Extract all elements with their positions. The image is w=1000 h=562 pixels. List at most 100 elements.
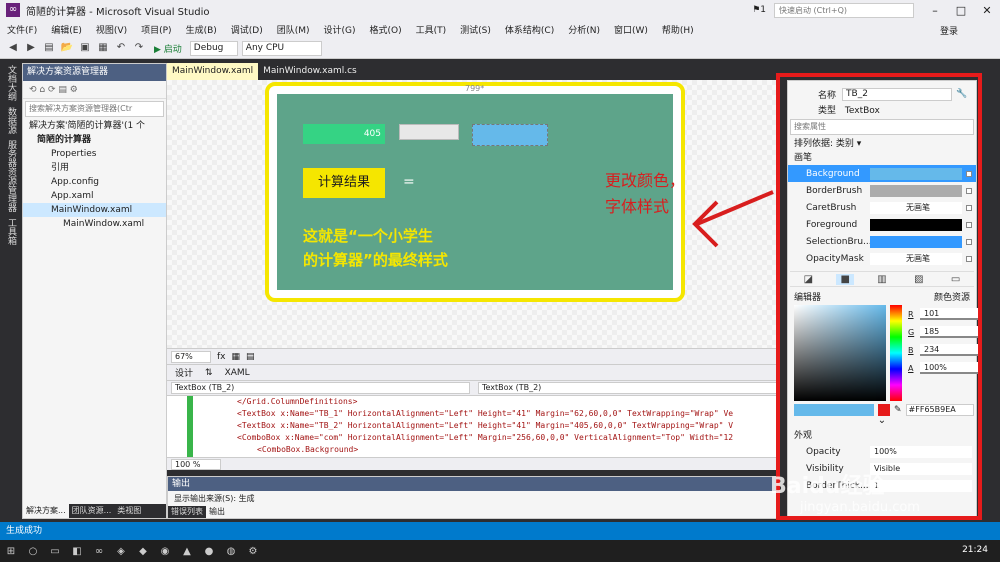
expand-chevron-icon[interactable]: ⌄ xyxy=(788,415,976,429)
gradient-brush-icon[interactable]: ▥ xyxy=(873,274,890,285)
maximize-button[interactable]: □ xyxy=(948,4,974,17)
prop-opacity[interactable]: Opacity 100% xyxy=(788,443,976,460)
menu-architecture[interactable]: 体系结构(C) xyxy=(498,23,561,36)
prop-borderbrush[interactable]: BorderBrush xyxy=(788,182,976,199)
tree-item-project[interactable]: 简陋的计算器 xyxy=(23,133,166,147)
settings-icon[interactable]: ⚙ xyxy=(242,546,264,557)
prop-caretbrush[interactable]: CaretBrush 无画笔 xyxy=(788,199,976,216)
tab-mainwindow-xaml-cs[interactable]: MainWindow.xaml.cs xyxy=(258,63,362,80)
tree-item-mainwindow-xaml-cs[interactable]: MainWindow.xaml xyxy=(23,217,166,231)
notification-flag-icon[interactable]: ⚑ xyxy=(752,5,760,15)
tb2-textbox[interactable] xyxy=(472,124,548,146)
hue-slider[interactable] xyxy=(890,305,902,401)
vs-taskbar-icon[interactable]: ∞ xyxy=(88,546,110,557)
minimize-button[interactable]: – xyxy=(922,4,948,17)
prop-swatch[interactable] xyxy=(870,235,962,248)
design-tab[interactable]: 设计 xyxy=(175,366,193,379)
menu-format[interactable]: 格式(O) xyxy=(363,23,409,36)
menu-help[interactable]: 帮助(H) xyxy=(655,23,701,36)
tab-output[interactable]: 输出 xyxy=(206,506,228,518)
prop-swatch[interactable]: 无画笔 xyxy=(870,252,962,265)
menu-file[interactable]: 文件(F) xyxy=(0,23,44,36)
menu-edit[interactable]: 编辑(E) xyxy=(44,23,89,36)
tb1-textbox[interactable]: 405 xyxy=(303,124,385,144)
photos-icon[interactable]: ◉ xyxy=(154,546,176,557)
tab-server-explorer[interactable]: 服务器资源管理器 xyxy=(5,140,18,212)
prop-swatch[interactable] xyxy=(870,167,962,180)
null-brush-icon[interactable]: ◪ xyxy=(800,274,817,285)
pdf-icon[interactable]: ◆ xyxy=(132,546,154,557)
tab-error-list[interactable]: 错误列表 xyxy=(168,506,206,518)
brush-resources-icon[interactable]: ▭ xyxy=(947,274,964,285)
advanced-square-icon[interactable] xyxy=(966,170,972,177)
solid-brush-icon[interactable]: ■ xyxy=(836,273,854,285)
xaml-code-editor[interactable]: </Grid.ColumnDefinitions> <TextBox x:Nam… xyxy=(167,395,777,457)
g-input[interactable]: 185 xyxy=(920,326,978,338)
prop-swatch[interactable] xyxy=(870,184,962,197)
menu-view[interactable]: 视图(V) xyxy=(89,23,134,36)
wrench-icon[interactable]: 🔧 xyxy=(956,89,967,99)
editor-label[interactable]: 编辑器 xyxy=(794,291,821,305)
menu-analyze[interactable]: 分析(N) xyxy=(561,23,607,36)
advanced-square-icon[interactable] xyxy=(966,187,972,194)
swap-panes-icon[interactable]: ⇅ xyxy=(205,368,213,378)
prop-value[interactable]: 1 xyxy=(870,479,972,492)
eyedropper-icon[interactable]: ✎ xyxy=(894,405,902,415)
tab-data-sources[interactable]: 数据源 xyxy=(5,107,18,134)
prop-selectionbrush[interactable]: SelectionBru... xyxy=(788,233,976,250)
prop-opacitymask[interactable]: OpacityMask 无画笔 xyxy=(788,250,976,267)
property-search-input[interactable]: 搜索属性 xyxy=(790,119,974,135)
xaml-tab[interactable]: XAML xyxy=(225,368,250,378)
prop-foreground[interactable]: Foreground xyxy=(788,216,976,233)
platform-dropdown[interactable]: Any CPU xyxy=(241,41,322,56)
prop-swatch[interactable]: 无画笔 xyxy=(870,201,962,214)
arrange-by[interactable]: 排列依据: 类别 ▾ xyxy=(788,137,976,151)
zoom-dropdown[interactable]: 67% xyxy=(171,350,211,363)
advanced-square-icon[interactable] xyxy=(966,255,972,262)
tab-solution-explorer[interactable]: 解决方案... xyxy=(23,504,69,518)
menu-window[interactable]: 窗口(W) xyxy=(607,23,655,36)
menu-design[interactable]: 设计(G) xyxy=(317,23,363,36)
forward-icon[interactable]: ▶ xyxy=(24,42,38,56)
tree-item-references[interactable]: 引用 xyxy=(23,161,166,175)
hex-input[interactable]: #FF65B9EA xyxy=(905,404,974,416)
save-all-icon[interactable]: ▦ xyxy=(96,42,110,56)
tree-item-mainwindow-xaml[interactable]: MainWindow.xaml xyxy=(23,203,166,217)
fx-button[interactable]: fx xyxy=(217,352,226,362)
grid-icon[interactable]: ▦ xyxy=(232,352,241,362)
tab-team-explorer[interactable]: 团队资源... xyxy=(69,504,115,518)
undo-icon[interactable]: ↶ xyxy=(114,42,128,56)
menu-build[interactable]: 生成(B) xyxy=(179,23,224,36)
tab-toolbox[interactable]: 工具箱 xyxy=(5,218,18,245)
element-dropdown-left[interactable]: TextBox (TB_2) xyxy=(171,382,470,394)
result-label[interactable]: 计算结果 xyxy=(303,168,385,198)
tab-mainwindow-xaml[interactable]: MainWindow.xaml xyxy=(167,63,259,80)
menu-project[interactable]: 项目(P) xyxy=(134,23,178,36)
color-resources-label[interactable]: 颜色资源 xyxy=(934,291,970,305)
start-button[interactable]: ▶ 启动 xyxy=(150,42,186,55)
image-brush-icon[interactable]: ▨ xyxy=(910,274,927,285)
tree-item-app-xaml[interactable]: App.xaml xyxy=(23,189,166,203)
advanced-square-icon[interactable] xyxy=(966,238,972,245)
name-input[interactable]: TB_2 xyxy=(842,87,953,101)
open-icon[interactable]: 📂 xyxy=(60,42,74,56)
element-dropdown-right[interactable]: TextBox (TB_2) xyxy=(478,382,777,394)
com-combobox[interactable] xyxy=(399,124,459,140)
save-icon[interactable]: ▣ xyxy=(78,42,92,56)
menu-debug[interactable]: 调试(D) xyxy=(224,23,270,36)
output-source-dropdown[interactable]: 生成 xyxy=(239,494,255,503)
b-input[interactable]: 234 xyxy=(920,344,978,356)
redo-icon[interactable]: ↷ xyxy=(132,42,146,56)
config-dropdown[interactable]: Debug xyxy=(189,41,238,56)
sign-in-link[interactable]: 登录 xyxy=(940,24,958,37)
back-icon[interactable]: ◀ xyxy=(6,42,20,56)
store-icon[interactable]: ◧ xyxy=(66,546,88,557)
a-input[interactable]: 100% xyxy=(920,362,978,374)
player-icon[interactable]: ● xyxy=(198,546,220,557)
tab-class-view[interactable]: 类视图 xyxy=(114,504,144,518)
quick-launch-input[interactable]: 快速启动 (Ctrl+Q) xyxy=(774,2,914,18)
prop-background[interactable]: Background xyxy=(788,165,976,182)
app-icon[interactable]: ◈ xyxy=(110,546,132,557)
new-project-icon[interactable]: ▤ xyxy=(42,42,56,56)
advanced-square-icon[interactable] xyxy=(966,204,972,211)
